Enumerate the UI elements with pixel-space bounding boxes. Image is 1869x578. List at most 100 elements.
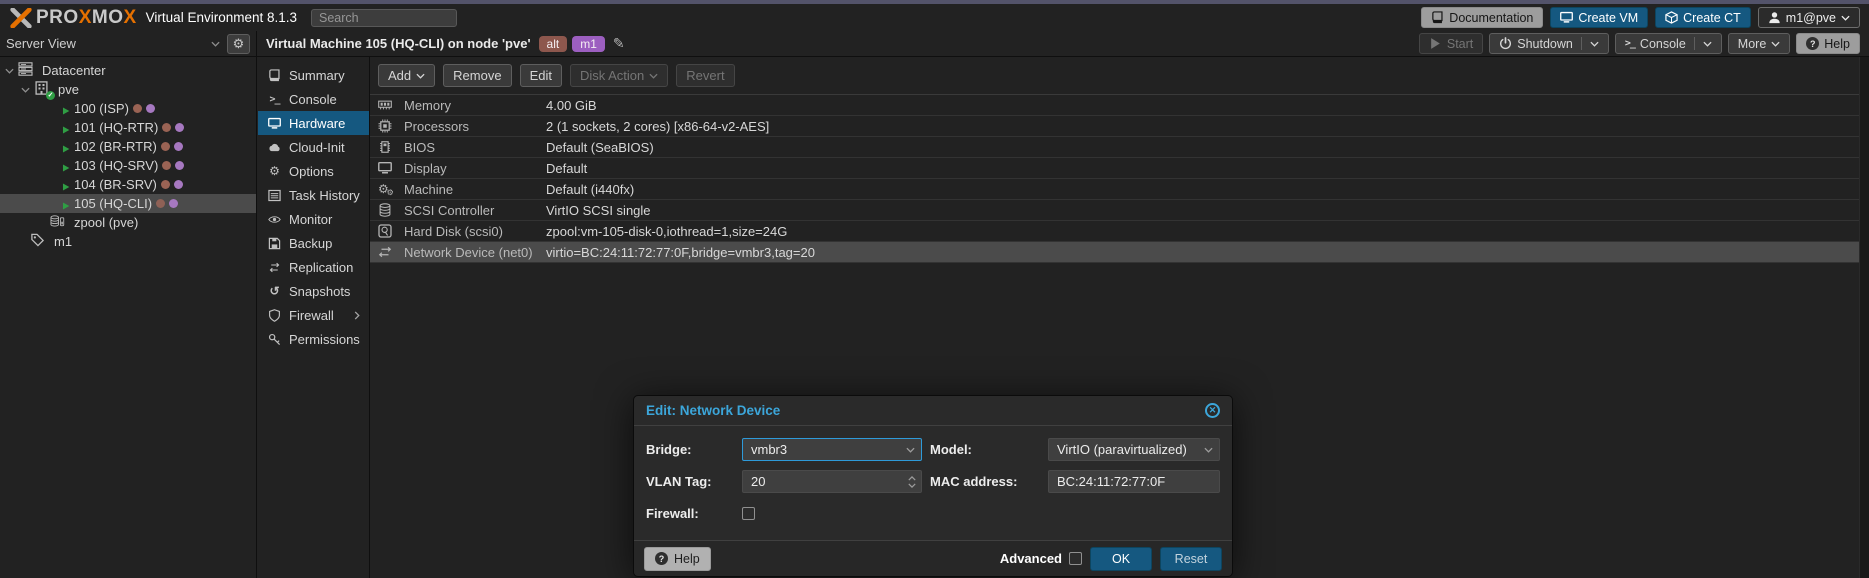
content-scrollbar[interactable] <box>1859 57 1869 578</box>
vm-tag-m1[interactable]: m1 <box>572 36 605 52</box>
chevron-down-icon <box>416 73 425 79</box>
shutdown-button[interactable]: Shutdown <box>1489 33 1609 54</box>
tab-summary[interactable]: Summary <box>258 63 369 87</box>
tab-permissions[interactable]: Permissions <box>258 327 369 351</box>
tab-replication[interactable]: Replication <box>258 255 369 279</box>
tab-backup[interactable]: Backup <box>258 231 369 255</box>
vm-icon <box>50 101 68 116</box>
menu-item-label: Cloud-Init <box>289 140 345 155</box>
monitor-icon <box>378 161 404 175</box>
create-vm-button[interactable]: Create VM <box>1550 7 1648 28</box>
hardware-row[interactable]: ⚙⚙MachineDefault (i440fx) <box>370 179 1859 200</box>
revert-button[interactable]: Revert <box>676 64 734 87</box>
chevron-down-icon <box>1204 447 1213 453</box>
spinner-arrows[interactable] <box>908 476 916 488</box>
hardware-row[interactable]: BIOSDefault (SeaBIOS) <box>370 137 1859 158</box>
tree-item-vm-103[interactable]: 103 (HQ-SRV) <box>0 156 256 175</box>
edit-tags-pencil-icon[interactable]: ✎ <box>613 35 625 52</box>
create-ct-button[interactable]: Create CT <box>1655 7 1751 28</box>
tree-item-vm-100[interactable]: 100 (ISP) <box>0 99 256 118</box>
dialog-help-button[interactable]: ? Help <box>644 547 711 571</box>
user-menu-button[interactable]: m1@pve <box>1758 7 1860 28</box>
tag-dot <box>169 199 178 208</box>
hardware-row[interactable]: Memory4.00 GiB <box>370 95 1859 116</box>
advanced-checkbox[interactable] <box>1069 552 1082 565</box>
tree-item-datacenter[interactable]: Datacenter <box>0 61 256 80</box>
storage-icon <box>50 214 65 231</box>
tab-cloud-init[interactable]: Cloud-Init <box>258 135 369 159</box>
ok-button[interactable]: OK <box>1090 547 1152 571</box>
tree-expander-icon[interactable] <box>5 68 14 74</box>
disk-action-button[interactable]: Disk Action <box>570 64 668 87</box>
menu-item-label: Options <box>289 164 334 179</box>
tree-settings-button[interactable]: ⚙ <box>227 34 250 54</box>
book-icon <box>267 69 282 82</box>
search-input[interactable] <box>311 9 457 27</box>
hardware-row[interactable]: Hard Disk (scsi0)zpool:vm-105-disk-0,iot… <box>370 221 1859 242</box>
tab-options[interactable]: ⚙Options <box>258 159 369 183</box>
close-icon[interactable]: ✕ <box>1205 403 1220 418</box>
firewall-label: Firewall: <box>646 502 734 525</box>
hardware-row-value: Default (i440fx) <box>546 182 634 197</box>
chevron-up-icon[interactable] <box>908 476 916 481</box>
documentation-button[interactable]: Documentation <box>1421 7 1543 28</box>
tab-task-history[interactable]: Task History <box>258 183 369 207</box>
tag-dot <box>174 142 183 151</box>
model-combobox[interactable]: VirtIO (paravirtualized) <box>1048 438 1220 461</box>
dialog-footer: ? Help Advanced OK Reset <box>634 540 1232 576</box>
tree-expander-icon[interactable] <box>21 87 30 93</box>
more-button[interactable]: More <box>1728 33 1790 54</box>
hardware-row[interactable]: Network Device (net0)virtio=BC:24:11:72:… <box>370 242 1859 263</box>
monitor-icon <box>1560 11 1573 24</box>
tab-console[interactable]: >_Console <box>258 87 369 111</box>
tab-firewall[interactable]: Firewall <box>258 303 369 327</box>
menu-item-label: Summary <box>289 68 345 83</box>
firewall-checkbox[interactable] <box>742 507 755 520</box>
running-play-icon <box>62 141 70 156</box>
start-button[interactable]: Start <box>1419 33 1483 54</box>
eye-icon <box>267 213 282 226</box>
tab-hardware[interactable]: Hardware <box>258 111 369 135</box>
tree-item-label: 105 (HQ-CLI) <box>74 196 152 211</box>
tree-item-node-pve[interactable]: ✓pve <box>0 80 256 99</box>
dialog-help-label: Help <box>674 552 700 566</box>
dialog-titlebar[interactable]: Edit: Network Device ✕ <box>634 396 1232 426</box>
view-selector-cell: Server View ⚙ <box>0 31 257 56</box>
tag-dot <box>162 123 171 132</box>
bridge-combobox[interactable]: vmbr3 <box>742 438 922 461</box>
hardware-row-value: VirtIO SCSI single <box>546 203 651 218</box>
view-selector[interactable]: Server View <box>6 34 220 54</box>
tree-item-vm-102[interactable]: 102 (BR-RTR) <box>0 137 256 156</box>
vm-tags: altm1 <box>539 36 605 52</box>
tree-item-vm-101[interactable]: 101 (HQ-RTR) <box>0 118 256 137</box>
tree-item-vm-104[interactable]: 104 (BR-SRV) <box>0 175 256 194</box>
chevron-down-icon <box>211 41 220 47</box>
chevron-down-icon <box>649 73 658 79</box>
online-check-icon: ✓ <box>46 91 55 100</box>
hardware-row[interactable]: DisplayDefault <box>370 158 1859 179</box>
tree-item-storage-zpool[interactable]: zpool (pve) <box>0 213 256 232</box>
console-button[interactable]: >_Console <box>1615 33 1722 54</box>
tab-monitor[interactable]: Monitor <box>258 207 369 231</box>
vlan-tag-spinner[interactable]: 20 <box>742 470 922 493</box>
edit-label: Edit <box>530 68 552 83</box>
start-label: Start <box>1447 37 1473 51</box>
edit-button[interactable]: Edit <box>520 64 562 87</box>
add-button[interactable]: Add <box>378 64 435 87</box>
reset-button[interactable]: Reset <box>1160 547 1222 571</box>
user-menu-label: m1@pve <box>1786 11 1836 25</box>
hardware-row[interactable]: Processors2 (1 sockets, 2 cores) [x86-64… <box>370 116 1859 137</box>
tree-item-vm-105[interactable]: 105 (HQ-CLI) <box>0 194 256 213</box>
hardware-toolbar: Add Remove Edit Disk Action Revert <box>370 57 1859 94</box>
remove-button[interactable]: Remove <box>443 64 511 87</box>
tree-item-tag-m1[interactable]: m1 <box>0 232 256 251</box>
mac-address-field[interactable]: BC:24:11:72:77:0F <box>1048 470 1220 493</box>
datacenter-icon <box>18 63 36 78</box>
vm-tag-alt[interactable]: alt <box>539 36 568 52</box>
tab-snapshots[interactable]: ↺Snapshots <box>258 279 369 303</box>
tag-icon <box>30 233 45 250</box>
gears-icon: ⚙⚙ <box>378 183 404 195</box>
chevron-down-icon[interactable] <box>908 483 916 488</box>
help-button[interactable]: ?Help <box>1796 33 1860 54</box>
hardware-row[interactable]: SCSI ControllerVirtIO SCSI single <box>370 200 1859 221</box>
